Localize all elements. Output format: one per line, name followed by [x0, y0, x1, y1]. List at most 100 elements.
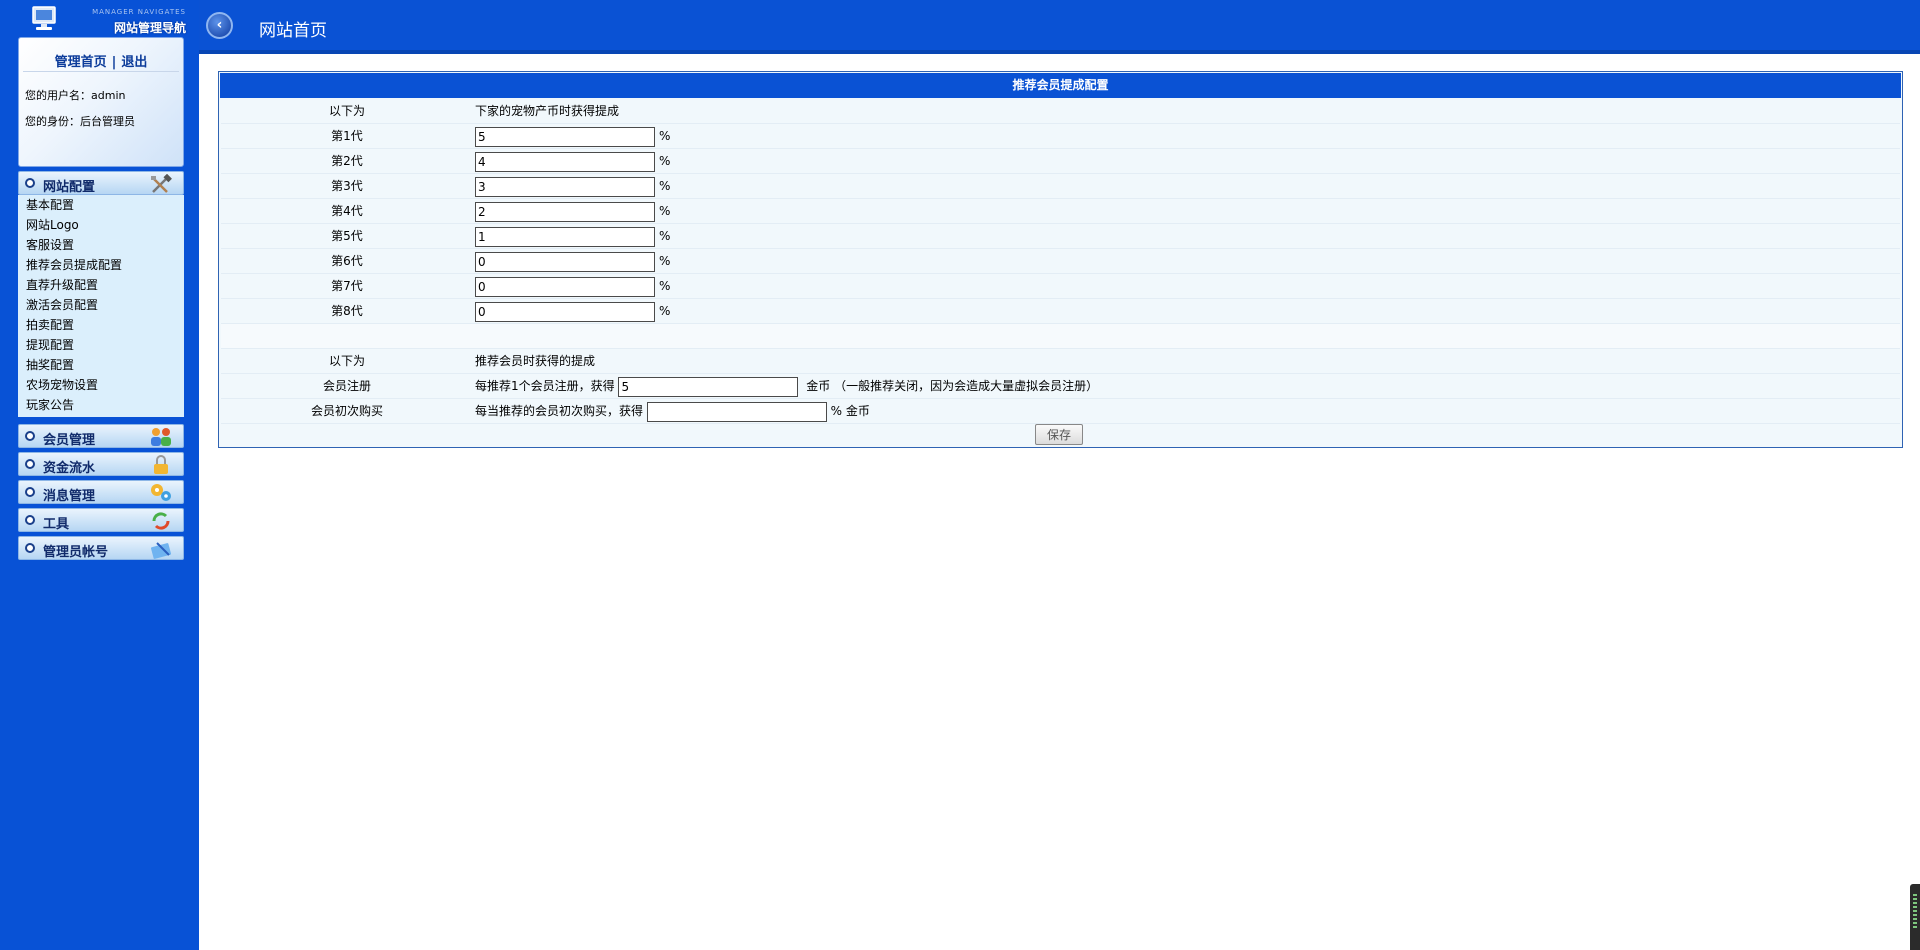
- submenu-item-lottery-config[interactable]: 抽奖配置: [18, 355, 184, 375]
- main-content: 推荐会员提成配置 以下为 下家的宠物产币时获得提成 第1代 % 第2代 % 第3…: [199, 54, 1920, 950]
- percent-unit: %: [659, 254, 671, 268]
- first-purchase-label: 会员初次购买: [310, 404, 383, 418]
- menu-section-label: 消息管理: [43, 489, 96, 504]
- back-arrow-icon[interactable]: ‹: [206, 12, 233, 39]
- bullet-icon: [25, 515, 35, 525]
- generation-2-input[interactable]: [475, 151, 655, 172]
- submenu-item-referral-commission[interactable]: 推荐会员提成配置: [18, 255, 184, 275]
- percent-unit: %: [659, 154, 671, 168]
- save-button[interactable]: 保存: [1035, 424, 1083, 445]
- admin-home-link[interactable]: 管理首页: [55, 55, 107, 70]
- panel-caption: 推荐会员提成配置: [220, 73, 1901, 98]
- submenu-item-auction-config[interactable]: 拍卖配置: [18, 315, 184, 335]
- user-panel: 管理首页 | 退出 您的用户名：admin 您的身份：后台管理员: [18, 37, 184, 167]
- generation-5-input[interactable]: [475, 226, 655, 247]
- submenu-item-direct-upgrade[interactable]: 直荐升级配置: [18, 275, 184, 295]
- register-reward-input[interactable]: [618, 376, 799, 397]
- register-row: 会员注册 每推荐1个会员注册，获得 金币 （一般推荐关闭，因为会造成大量虚拟会员…: [221, 374, 1900, 399]
- menu-section-messages[interactable]: 消息管理: [18, 480, 184, 504]
- generation-label: 第4代: [331, 204, 363, 218]
- tools-icon: [151, 174, 172, 193]
- section1-desc: 下家的宠物产币时获得提成: [475, 104, 620, 118]
- percent-unit: %: [659, 229, 671, 243]
- first-purchase-row: 会员初次购买 每当推荐的会员初次购买，获得 % 金币: [221, 399, 1900, 424]
- menu-section-funds[interactable]: 资金流水: [18, 452, 184, 476]
- first-purchase-suffix: % 金币: [830, 404, 870, 418]
- role-text: 您的身份：后台管理员: [25, 115, 135, 128]
- menu-section-site-config[interactable]: 网站配置: [18, 171, 184, 195]
- generation-row: 第5代 %: [221, 224, 1900, 249]
- logo-subtitle: MANAGER NAVIGATES: [92, 8, 186, 16]
- percent-unit: %: [659, 179, 671, 193]
- generation-label: 第8代: [331, 304, 363, 318]
- generation-8-input[interactable]: [475, 301, 655, 322]
- message-gear-icon: [151, 484, 171, 501]
- menu-section-tools[interactable]: 工具: [18, 508, 184, 532]
- generation-row: 第7代 %: [221, 274, 1900, 299]
- first-purchase-reward-input[interactable]: [646, 401, 827, 422]
- bullet-icon: [25, 543, 35, 553]
- submenu-item-activate-member[interactable]: 激活会员配置: [18, 295, 184, 315]
- generation-7-input[interactable]: [475, 276, 655, 297]
- generation-label: 第6代: [331, 254, 363, 268]
- generation-row: 第3代 %: [221, 174, 1900, 199]
- submenu-item-site-logo[interactable]: 网站Logo: [18, 215, 184, 235]
- logout-link[interactable]: 退出: [121, 55, 147, 70]
- menu-section-label: 工具: [43, 517, 70, 532]
- section1-row: 以下为 下家的宠物产币时获得提成: [221, 99, 1900, 124]
- bullet-icon: [25, 459, 35, 469]
- menu-section-label: 网站配置: [43, 180, 96, 195]
- section2-row: 以下为 推荐会员时获得的提成: [221, 349, 1900, 374]
- generation-4-input[interactable]: [475, 201, 655, 222]
- menu-section-label: 会员管理: [43, 433, 96, 448]
- submenu-item-customer-service[interactable]: 客服设置: [18, 235, 184, 255]
- first-purchase-prefix: 每当推荐的会员初次购买，获得: [475, 404, 644, 418]
- register-prefix: 每推荐1个会员注册，获得: [475, 379, 615, 393]
- generation-row: 第8代 %: [221, 299, 1900, 324]
- logo-title: 网站管理导航: [113, 21, 186, 35]
- generation-label: 第5代: [331, 229, 363, 243]
- generation-row: 第2代 %: [221, 149, 1900, 174]
- floating-meter-widget: [1910, 884, 1920, 950]
- spacer-row: [221, 324, 1900, 349]
- generation-label: 第1代: [331, 129, 363, 143]
- generation-label: 第2代: [331, 154, 363, 168]
- section2-label: 以下为: [328, 354, 365, 368]
- menu-section-admin-account[interactable]: 管理员帐号: [18, 536, 184, 560]
- generation-row: 第4代 %: [221, 199, 1900, 224]
- page-title: 网站首页: [259, 21, 327, 41]
- submenu-item-basic-config[interactable]: 基本配置: [18, 195, 184, 215]
- divider: [23, 71, 179, 72]
- menu-section-label: 管理员帐号: [43, 545, 109, 560]
- submenu-item-withdraw-config[interactable]: 提现配置: [18, 335, 184, 355]
- percent-unit: %: [659, 304, 671, 318]
- bullet-icon: [25, 431, 35, 441]
- generation-3-input[interactable]: [475, 176, 655, 197]
- bullet-icon: [25, 487, 35, 497]
- percent-unit: %: [659, 279, 671, 293]
- generation-label: 第7代: [331, 279, 363, 293]
- section1-label: 以下为: [328, 104, 365, 118]
- submenu: 基本配置 网站Logo 客服设置 推荐会员提成配置 直荐升级配置 激活会员配置 …: [18, 195, 184, 417]
- register-suffix: 金币 （一般推荐关闭，因为会造成大量虚拟会员注册）: [806, 379, 1099, 393]
- generation-row: 第6代 %: [221, 249, 1900, 274]
- recycle-icon: [152, 512, 170, 530]
- generation-row: 第1代 %: [221, 124, 1900, 149]
- admin-account-icon: [150, 542, 172, 559]
- submenu-item-player-notice[interactable]: 玩家公告: [18, 395, 184, 415]
- generation-1-input[interactable]: [475, 126, 655, 147]
- generation-6-input[interactable]: [475, 251, 655, 272]
- bullet-icon: [25, 178, 35, 188]
- submenu-item-farm-pet[interactable]: 农场宠物设置: [18, 375, 184, 395]
- menu-section-members[interactable]: 会员管理: [18, 424, 184, 448]
- computer-icon: [32, 6, 56, 30]
- generation-label: 第3代: [331, 179, 363, 193]
- top-header: ‹ 网站首页: [199, 0, 1920, 54]
- users-icon: [151, 428, 171, 446]
- link-separator: |: [111, 55, 117, 70]
- section2-desc: 推荐会员时获得的提成: [475, 354, 596, 368]
- config-panel: 推荐会员提成配置 以下为 下家的宠物产币时获得提成 第1代 % 第2代 % 第3…: [218, 71, 1903, 448]
- percent-unit: %: [659, 204, 671, 218]
- lock-icon: [154, 455, 168, 474]
- register-label: 会员注册: [322, 379, 371, 393]
